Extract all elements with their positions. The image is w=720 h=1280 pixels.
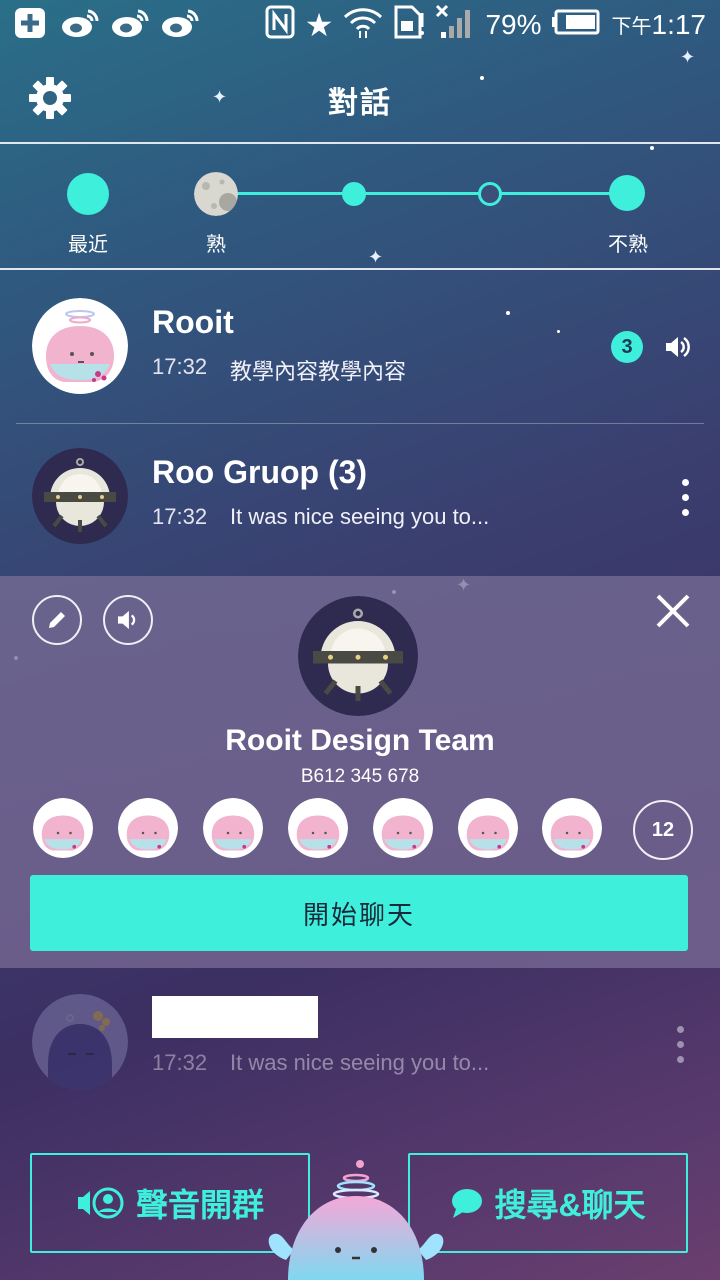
- group-info-panel: Rooit Design Team B612 345 678 12 開始聊天: [0, 576, 720, 968]
- member-avatar[interactable]: [118, 798, 178, 858]
- member-count[interactable]: 12: [633, 800, 693, 860]
- group-id: B612 345 678: [300, 766, 420, 787]
- avatar: [32, 298, 128, 394]
- add-notification-icon: [10, 6, 50, 40]
- chat-time: 17:32: [152, 1050, 208, 1075]
- mute-button[interactable]: [103, 595, 153, 645]
- status-bar: ★ 79% 下午 1:17: [0, 0, 720, 48]
- redacted-name-block: [152, 996, 318, 1038]
- chat-time: 17:32: [152, 504, 208, 529]
- speaker-icon[interactable]: [664, 336, 690, 363]
- start-chat-button[interactable]: 開始聊天: [30, 875, 688, 951]
- nfc-icon: [265, 5, 295, 44]
- chat-preview: It was nice seeing you to...: [230, 1050, 490, 1075]
- close-icon[interactable]: [652, 590, 694, 632]
- voice-group-label: 聲音開群: [135, 1187, 264, 1223]
- weibo-icon: [160, 6, 200, 40]
- member-avatar[interactable]: [373, 798, 433, 858]
- group-avatar: [298, 596, 418, 716]
- moon-icon[interactable]: [194, 172, 238, 216]
- battery-icon: [551, 9, 602, 40]
- clock-time: 1:17: [651, 8, 707, 40]
- unread-badge: 3: [611, 331, 643, 363]
- speaker-icon: [118, 610, 136, 630]
- member-avatar[interactable]: [458, 798, 518, 858]
- chat-row-faded[interactable]: 17:32 It was nice seeing you to...: [0, 970, 720, 1120]
- group-name: Rooit Design Team: [225, 724, 495, 757]
- filter-recent-dot[interactable]: [67, 173, 109, 215]
- voice-group-icon: [77, 1187, 124, 1219]
- star-icon: ★: [304, 6, 334, 43]
- chat-preview: 教學內容教學內容: [230, 359, 407, 384]
- search-chat-label: 搜尋&聊天: [494, 1187, 646, 1223]
- chat-name: Roo Gruop (3): [152, 454, 368, 490]
- mascot-character: [256, 1160, 456, 1280]
- filter-label-familiar: 熟: [206, 234, 226, 256]
- page-title: 對話: [328, 87, 392, 120]
- edit-button[interactable]: [32, 595, 82, 645]
- filter-unfamiliar-dot[interactable]: [609, 175, 645, 211]
- weibo-icon: [110, 6, 150, 40]
- filter-label-unfamiliar: 不熟: [608, 234, 648, 256]
- chat-preview: It was nice seeing you to...: [230, 504, 490, 529]
- more-options-icon[interactable]: [680, 479, 690, 516]
- member-avatar[interactable]: [288, 798, 348, 858]
- member-avatar[interactable]: [542, 798, 602, 858]
- avatar: [32, 448, 128, 544]
- filter-track: [216, 192, 628, 195]
- filter-label-recent: 最近: [68, 234, 108, 256]
- signal-icon: [435, 4, 475, 45]
- wifi-icon: [343, 5, 383, 44]
- chat-row-roo-group[interactable]: Roo Gruop (3) 17:32 It was nice seeing y…: [0, 424, 720, 574]
- pencil-icon: [49, 612, 65, 628]
- clock-prefix: 下午: [611, 16, 652, 38]
- member-avatar[interactable]: [203, 798, 263, 858]
- more-options-icon[interactable]: [675, 1026, 685, 1063]
- chat-name: Rooit: [152, 304, 234, 340]
- app-header: 對話: [0, 48, 720, 144]
- filter-level-dot-empty[interactable]: [478, 182, 502, 206]
- chat-time: 17:32: [152, 354, 208, 379]
- battery-percent: 79%: [485, 8, 542, 40]
- sim-alert-icon: [393, 5, 425, 44]
- weibo-icon: [60, 6, 100, 40]
- member-avatar[interactable]: [33, 798, 93, 858]
- avatar: [32, 994, 128, 1090]
- filter-level-dot[interactable]: [342, 182, 366, 206]
- familiarity-filter: 最近 熟 不熟: [0, 144, 720, 270]
